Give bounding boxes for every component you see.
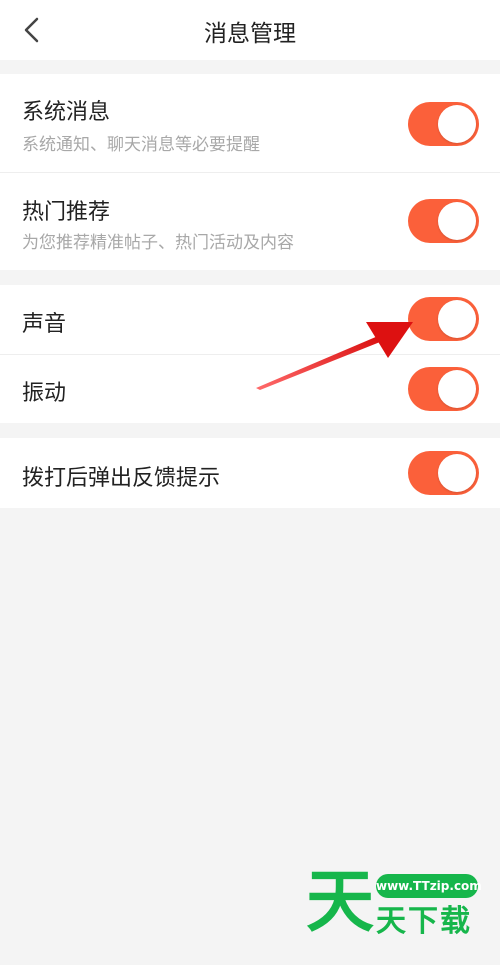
row-title: 系统消息 <box>22 100 111 125</box>
notification-group: 系统消息 系统通知、聊天消息等必要提醒 热门推荐 为您推荐精准帖子、热门活动及内… <box>0 74 500 270</box>
row-title: 拨打后弹出反馈提示 <box>22 466 221 491</box>
watermark-logo: 天 www.TTzip.com 天下载 <box>300 866 490 946</box>
settings-row-hot-recommendations: 热门推荐 为您推荐精准帖子、热门活动及内容 <box>0 173 500 270</box>
toggle-knob <box>438 105 476 143</box>
toggle-knob <box>438 370 476 408</box>
settings-row-system-messages: 系统消息 系统通知、聊天消息等必要提醒 <box>0 74 500 173</box>
annotation-arrow-icon <box>256 322 413 390</box>
row-title: 振动 <box>22 381 67 406</box>
watermark-url-badge: www.TTzip.com <box>376 874 482 898</box>
system-messages-toggle[interactable] <box>408 102 479 146</box>
watermark-big-char: 天 <box>306 863 375 942</box>
call-feedback-group: 拨打后弹出反馈提示 <box>0 438 500 508</box>
toggle-knob <box>438 454 476 492</box>
row-subtitle: 系统通知、聊天消息等必要提醒 <box>22 135 260 155</box>
row-title: 声音 <box>22 312 67 337</box>
top-bar: 消息管理 <box>0 0 500 60</box>
page-title: 消息管理 <box>204 21 296 47</box>
call-feedback-toggle[interactable] <box>408 451 479 495</box>
toggle-knob <box>438 300 476 338</box>
settings-row-call-feedback: 拨打后弹出反馈提示 <box>0 438 500 508</box>
toggle-knob <box>438 202 476 240</box>
watermark-text: 天下载 <box>376 904 472 939</box>
row-subtitle: 为您推荐精准帖子、热门活动及内容 <box>22 233 294 253</box>
hot-recommendations-toggle[interactable] <box>408 199 479 243</box>
row-title: 热门推荐 <box>22 200 111 225</box>
